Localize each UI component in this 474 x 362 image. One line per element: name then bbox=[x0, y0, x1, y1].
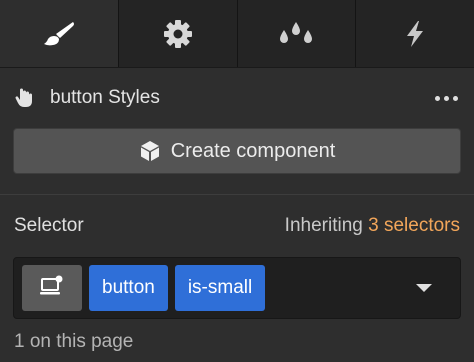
inheriting-prefix: Inheriting bbox=[284, 215, 369, 236]
inheriting-text: Inheriting 3 selectors bbox=[285, 215, 460, 237]
hand-pointer-icon bbox=[14, 87, 36, 109]
tab-settings[interactable] bbox=[118, 0, 238, 67]
selector-header: Selector Inheriting 3 selectors bbox=[0, 195, 474, 257]
panel-tabs bbox=[0, 0, 474, 68]
tab-interactions[interactable] bbox=[356, 0, 474, 67]
tab-style[interactable] bbox=[0, 0, 119, 67]
selector-chip-is-small[interactable]: is-small bbox=[174, 265, 266, 311]
selector-chip-button[interactable]: button bbox=[89, 265, 168, 311]
style-header: button Styles bbox=[0, 68, 474, 128]
gear-icon bbox=[162, 18, 194, 50]
selector-label: Selector bbox=[14, 215, 84, 236]
style-title: button Styles bbox=[50, 87, 160, 108]
selector-usage-note: 1 on this page bbox=[14, 331, 134, 352]
selector-state-button[interactable] bbox=[22, 265, 82, 311]
paintbrush-icon bbox=[42, 19, 76, 49]
monitor-state-icon bbox=[39, 275, 65, 302]
inheriting-selectors-link[interactable]: 3 selectors bbox=[368, 215, 460, 236]
droplets-icon bbox=[277, 20, 315, 48]
more-dots-icon[interactable] bbox=[431, 92, 462, 105]
lightning-icon bbox=[403, 19, 427, 49]
selector-field[interactable]: button is-small bbox=[13, 257, 461, 319]
create-component-label: Create component bbox=[170, 139, 336, 162]
create-component-button[interactable]: Create component bbox=[13, 128, 461, 174]
style-panel: button Styles Create component Selector … bbox=[0, 0, 474, 362]
cube-icon bbox=[139, 140, 161, 162]
tab-color[interactable] bbox=[237, 0, 357, 67]
chevron-down-icon[interactable] bbox=[410, 265, 438, 311]
